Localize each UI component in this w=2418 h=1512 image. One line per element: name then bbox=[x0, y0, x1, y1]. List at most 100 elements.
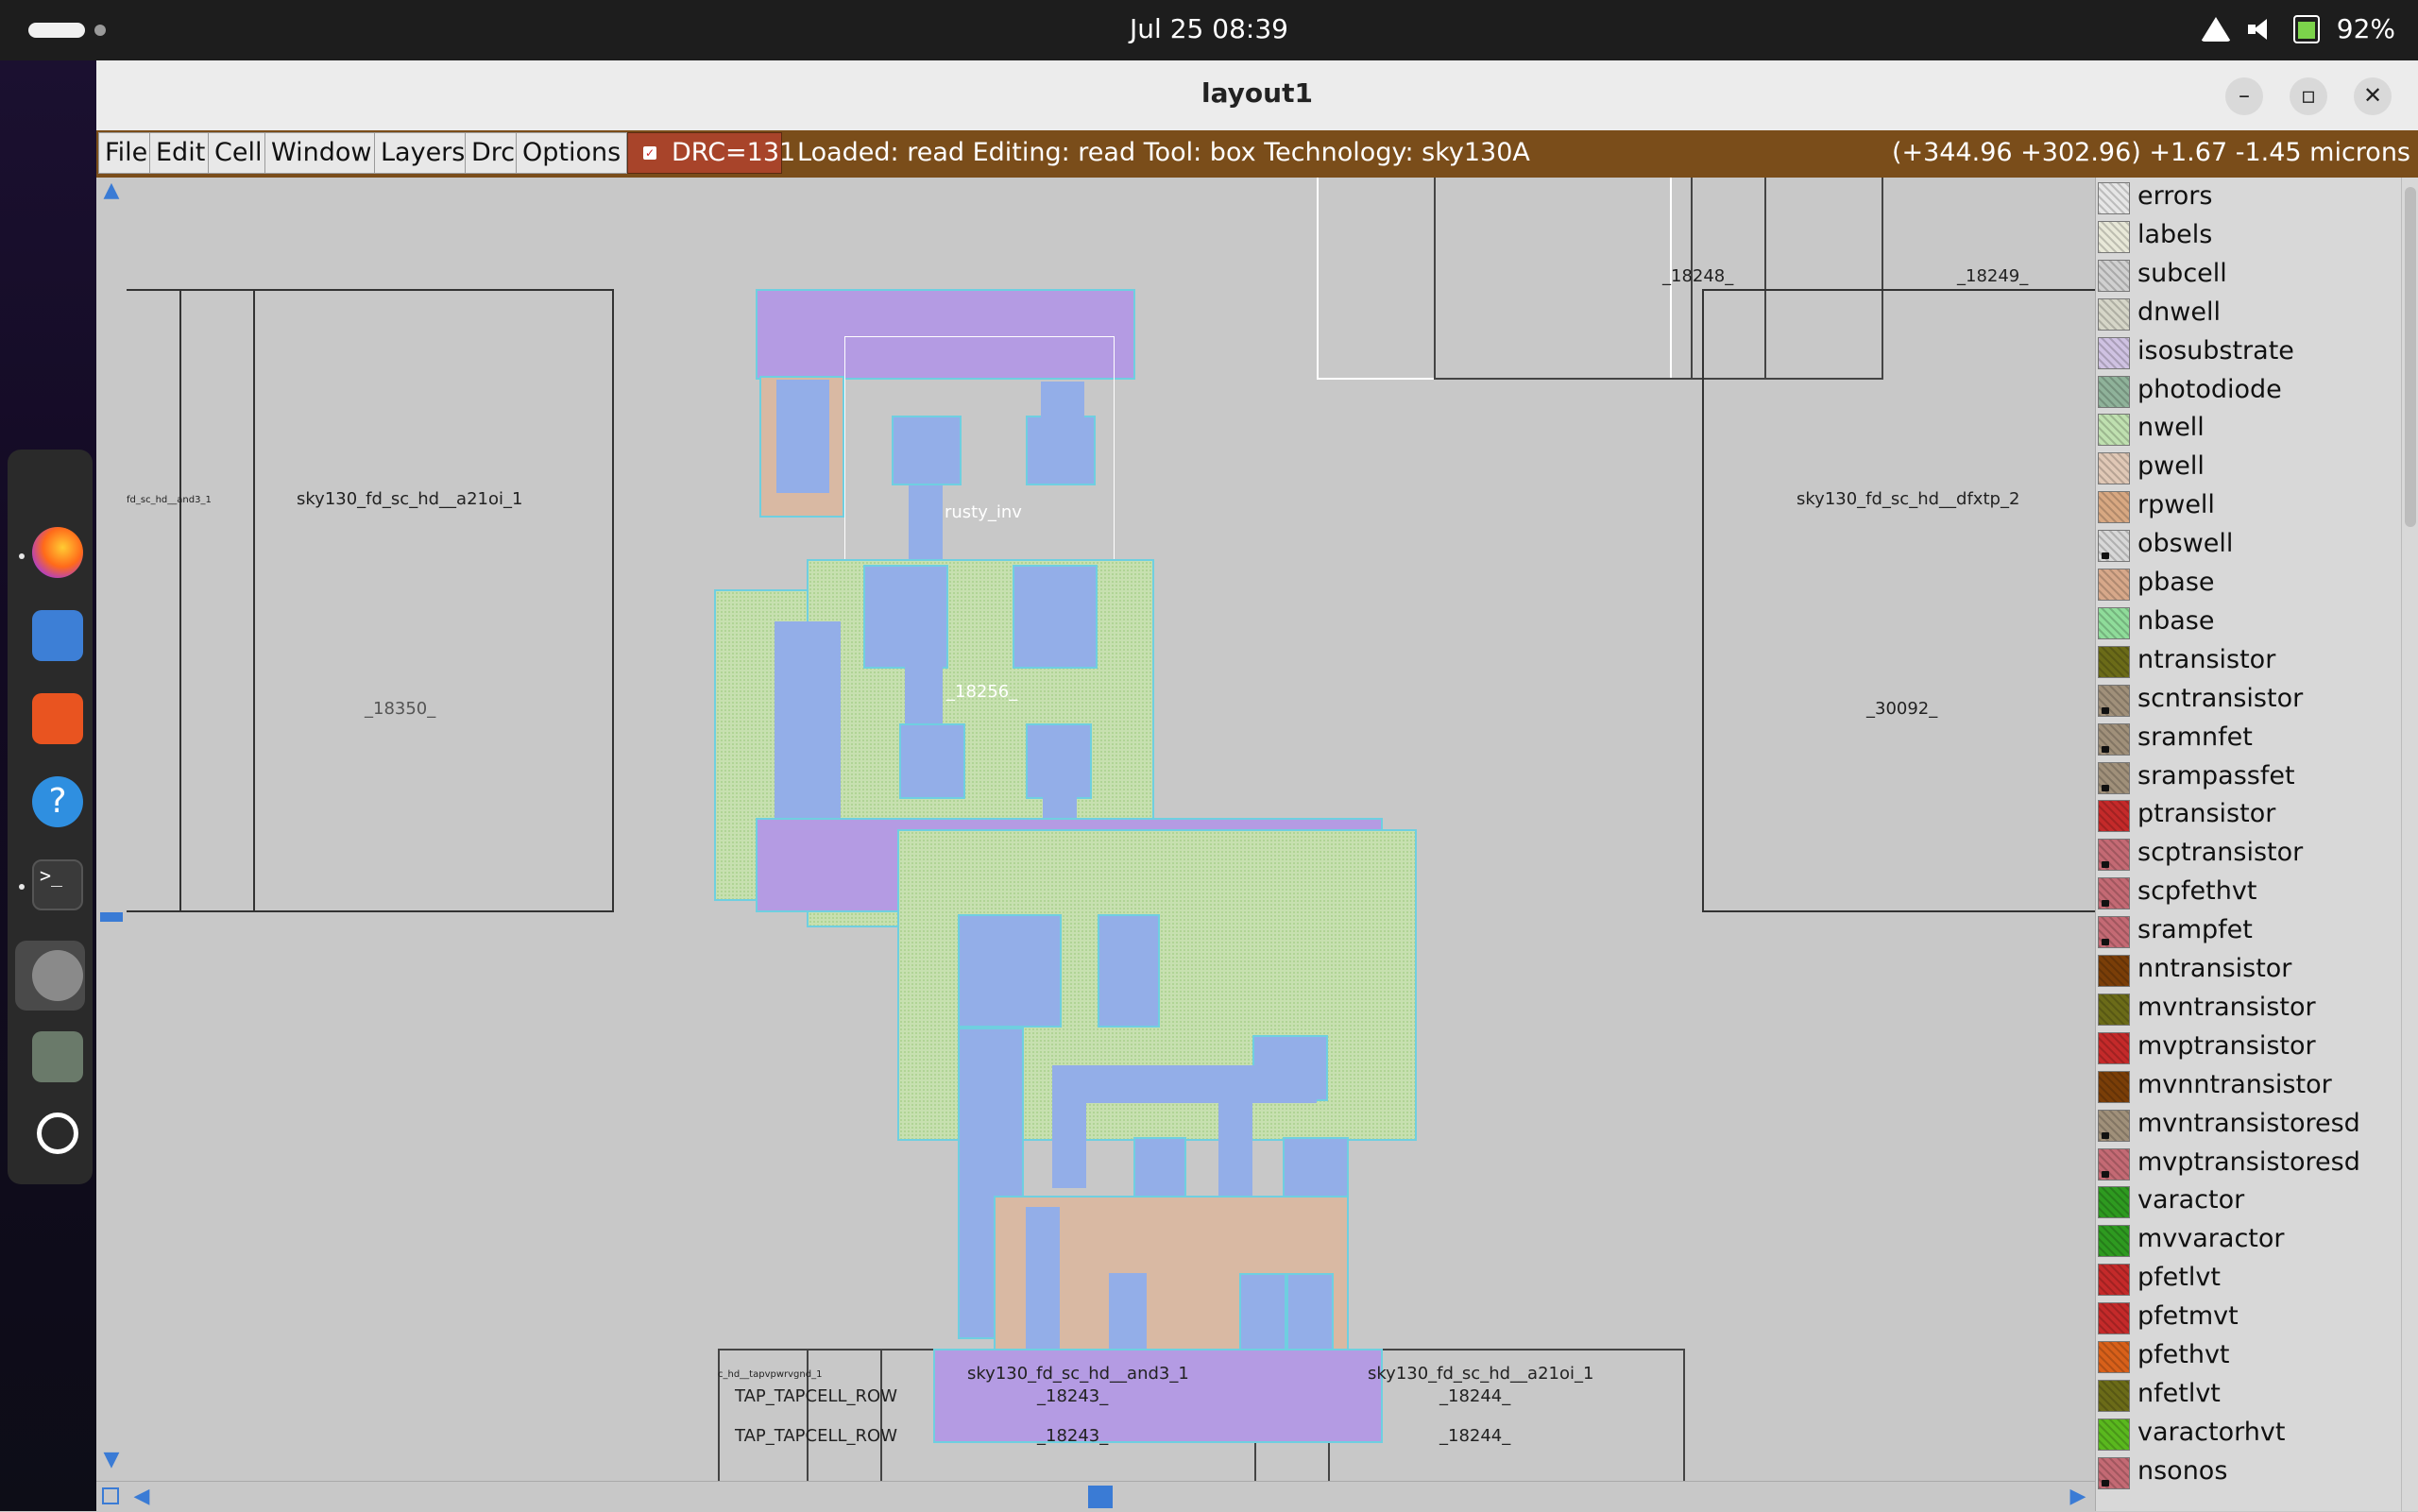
horizontal-scroll-thumb[interactable] bbox=[1088, 1486, 1113, 1508]
layer-swatch[interactable] bbox=[2098, 1264, 2130, 1297]
menu-options[interactable]: Options bbox=[516, 132, 628, 174]
layer-palette-scrollbar[interactable] bbox=[2401, 178, 2418, 1511]
scroll-left-icon[interactable]: ◀ bbox=[130, 1484, 153, 1510]
layer-swatch[interactable] bbox=[2098, 1302, 2130, 1335]
layer-row-varactorhvt[interactable]: varactorhvt bbox=[2098, 1416, 2400, 1453]
layer-row-scpfethvt[interactable]: scpfethvt bbox=[2098, 875, 2400, 912]
metal-shape[interactable] bbox=[905, 665, 943, 731]
layer-row-obswell[interactable]: obswell bbox=[2098, 527, 2400, 565]
layer-row-srampassfet[interactable]: srampassfet bbox=[2098, 759, 2400, 797]
layer-swatch[interactable] bbox=[2098, 722, 2130, 756]
layer-row-nfetlvt[interactable]: nfetlvt bbox=[2098, 1377, 2400, 1415]
firefox-icon[interactable] bbox=[32, 527, 83, 578]
layer-swatch[interactable] bbox=[2098, 1147, 2130, 1181]
layer-swatch[interactable] bbox=[2098, 606, 2130, 639]
layer-swatch[interactable] bbox=[2098, 1109, 2130, 1142]
contact-shape[interactable] bbox=[863, 565, 948, 669]
layer-row-dnwell[interactable]: dnwell bbox=[2098, 296, 2400, 333]
window-titlebar[interactable]: layout1 – ▫ ✕ bbox=[96, 60, 2418, 131]
layer-row-nwell[interactable]: nwell bbox=[2098, 411, 2400, 449]
layer-swatch[interactable] bbox=[2098, 569, 2130, 601]
layer-row-mvnntransistor[interactable]: mvnntransistor bbox=[2098, 1068, 2400, 1106]
layer-swatch[interactable] bbox=[2098, 414, 2130, 447]
poly-shape[interactable] bbox=[933, 1349, 1383, 1443]
layer-swatch[interactable] bbox=[2098, 297, 2130, 331]
cell-outline[interactable] bbox=[127, 289, 614, 912]
layer-row-mvvaractor[interactable]: mvvaractor bbox=[2098, 1222, 2400, 1260]
minimize-button[interactable]: – bbox=[2225, 77, 2263, 115]
contact-shape[interactable] bbox=[1013, 565, 1098, 669]
metal-shape[interactable] bbox=[1041, 382, 1084, 419]
layer-swatch[interactable] bbox=[2098, 1379, 2130, 1412]
layer-row-pbase[interactable]: pbase bbox=[2098, 566, 2400, 603]
metal-shape[interactable] bbox=[1052, 1065, 1317, 1103]
layer-swatch[interactable] bbox=[2098, 877, 2130, 910]
layer-swatch[interactable] bbox=[2098, 800, 2130, 833]
layer-swatch[interactable] bbox=[2098, 1031, 2130, 1064]
contact-shape[interactable] bbox=[958, 914, 1062, 1028]
menu-cell[interactable]: Cell bbox=[208, 132, 269, 174]
vertical-scroll-thumb[interactable] bbox=[100, 912, 123, 922]
scroll-up-icon[interactable]: ▲ bbox=[102, 179, 121, 202]
layout-canvas[interactable]: fd_sc_hd__and3_1 sky130_fd_sc_hd__a21oi_… bbox=[127, 178, 2095, 1481]
drc-count-button[interactable]: ✓ DRC=131 bbox=[627, 132, 795, 174]
menu-edit[interactable]: Edit bbox=[149, 132, 213, 174]
layer-row-errors[interactable]: errors bbox=[2098, 179, 2400, 217]
scroll-down-icon[interactable]: ▼ bbox=[102, 1449, 121, 1471]
layer-row-pfetlvt[interactable]: pfetlvt bbox=[2098, 1261, 2400, 1299]
layer-row-varactor[interactable]: varactor bbox=[2098, 1183, 2400, 1221]
layer-swatch[interactable] bbox=[2098, 761, 2130, 794]
cell-outline[interactable] bbox=[1702, 289, 2095, 912]
files-icon[interactable] bbox=[32, 610, 83, 661]
close-button[interactable]: ✕ bbox=[2354, 77, 2392, 115]
menu-file[interactable]: File bbox=[98, 132, 155, 174]
layer-row-mvptransistoresd[interactable]: mvptransistoresd bbox=[2098, 1146, 2400, 1183]
settings-icon[interactable] bbox=[32, 950, 83, 1001]
layer-row-isosubstrate[interactable]: isosubstrate bbox=[2098, 334, 2400, 372]
app-center-icon[interactable] bbox=[32, 693, 83, 744]
layer-swatch[interactable] bbox=[2098, 645, 2130, 678]
menu-window[interactable]: Window bbox=[264, 132, 379, 174]
layer-row-mvntransistoresd[interactable]: mvntransistoresd bbox=[2098, 1107, 2400, 1145]
layer-swatch[interactable] bbox=[2098, 220, 2130, 253]
layer-row-pwell[interactable]: pwell bbox=[2098, 450, 2400, 487]
clock[interactable]: Jul 25 08:39 bbox=[0, 13, 2418, 44]
layer-row-mvptransistor[interactable]: mvptransistor bbox=[2098, 1029, 2400, 1067]
layer-swatch[interactable] bbox=[2098, 684, 2130, 717]
contact-shape[interactable] bbox=[892, 416, 962, 485]
layer-row-ptransistor[interactable]: ptransistor bbox=[2098, 797, 2400, 835]
terminal-icon[interactable]: >_ bbox=[32, 859, 83, 910]
layer-swatch[interactable] bbox=[2098, 955, 2130, 987]
layer-row-nbase[interactable]: nbase bbox=[2098, 604, 2400, 642]
layer-row-nntransistor[interactable]: nntransistor bbox=[2098, 952, 2400, 990]
layer-swatch[interactable] bbox=[2098, 839, 2130, 872]
metal-shape[interactable] bbox=[776, 380, 829, 493]
layer-row-pfethvt[interactable]: pfethvt bbox=[2098, 1338, 2400, 1376]
layer-row-mvntransistor[interactable]: mvntransistor bbox=[2098, 991, 2400, 1028]
zoom-box-icon[interactable] bbox=[102, 1487, 119, 1504]
layer-swatch[interactable] bbox=[2098, 1341, 2130, 1373]
layer-swatch[interactable] bbox=[2098, 336, 2130, 369]
layer-swatch[interactable] bbox=[2098, 259, 2130, 292]
layer-row-photodiode[interactable]: photodiode bbox=[2098, 373, 2400, 411]
layer-swatch[interactable] bbox=[2098, 1225, 2130, 1258]
layer-row-ntransistor[interactable]: ntransistor bbox=[2098, 643, 2400, 681]
contact-shape[interactable] bbox=[1026, 416, 1096, 485]
layer-row-scntransistor[interactable]: scntransistor bbox=[2098, 682, 2400, 720]
maximize-button[interactable]: ▫ bbox=[2290, 77, 2327, 115]
metal-shape[interactable] bbox=[909, 485, 943, 570]
help-icon[interactable]: ? bbox=[32, 776, 83, 827]
horizontal-scrollbar[interactable]: ◀ ▶ bbox=[96, 1481, 2095, 1512]
system-tray[interactable]: 92% bbox=[2200, 13, 2395, 44]
layer-swatch[interactable] bbox=[2098, 1456, 2130, 1489]
menu-drc[interactable]: Drc bbox=[465, 132, 522, 174]
layer-row-srampfet[interactable]: srampfet bbox=[2098, 913, 2400, 951]
metal-shape[interactable] bbox=[1052, 1065, 1086, 1188]
layer-palette-scroll-thumb[interactable] bbox=[2405, 187, 2416, 527]
trash-icon[interactable] bbox=[32, 1031, 83, 1082]
layer-swatch[interactable] bbox=[2098, 1070, 2130, 1103]
layer-swatch[interactable] bbox=[2098, 182, 2130, 214]
contact-shape[interactable] bbox=[899, 723, 965, 799]
contact-shape[interactable] bbox=[1026, 723, 1092, 799]
layer-swatch[interactable] bbox=[2098, 452, 2130, 485]
